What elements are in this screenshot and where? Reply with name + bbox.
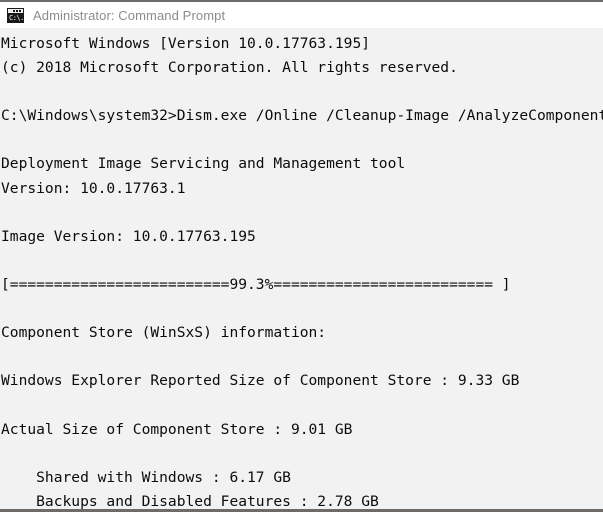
command-prompt-window: C:\. Administrator: Command Prompt Micro…	[0, 0, 603, 512]
console-line: Version: 10.0.17763.1	[1, 179, 186, 197]
console-line: Shared with Windows : 6.17 GB	[1, 468, 291, 486]
console-line: Actual Size of Component Store : 9.01 GB	[1, 420, 353, 438]
console-line: Image Version: 10.0.17763.195	[1, 227, 256, 245]
console-line: Microsoft Windows [Version 10.0.17763.19…	[1, 35, 371, 52]
console-line: Component Store (WinSxS) information:	[1, 324, 327, 342]
console-line: (c) 2018 Microsoft Corporation. All righ…	[1, 59, 458, 77]
console-output-area[interactable]: Microsoft Windows [Version 10.0.17763.19…	[0, 28, 603, 509]
title-bar[interactable]: C:\. Administrator: Command Prompt	[0, 2, 603, 28]
console-line: Backups and Disabled Features : 2.78 GB	[1, 492, 379, 509]
icon-prompt-text: C:\.	[8, 12, 23, 22]
console-line: Windows Explorer Reported Size of Compon…	[1, 372, 520, 390]
console-line: C:\Windows\system32>Dism.exe /Online /Cl…	[1, 107, 603, 125]
console-line: Deployment Image Servicing and Managemen…	[1, 155, 406, 173]
window-title: Administrator: Command Prompt	[33, 7, 226, 23]
command-prompt-icon: C:\.	[7, 7, 24, 23]
console-line: [=========================99.3%=========…	[1, 275, 511, 293]
